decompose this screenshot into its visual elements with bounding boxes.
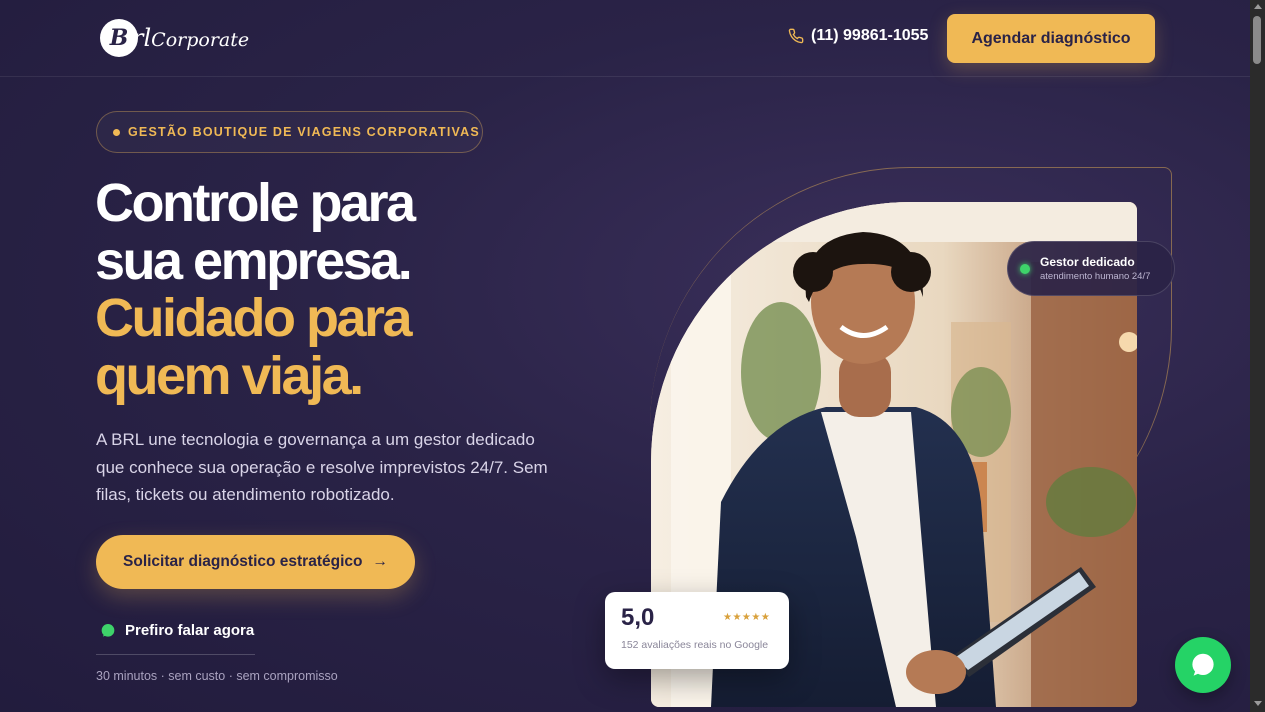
- badge-dot: [113, 128, 120, 136]
- rating-description: 152 avaliações reais no Google: [621, 639, 769, 651]
- hero-lead: A BRL une tecnologia e governança a um g…: [96, 430, 548, 504]
- request-diagnosis-label: Solicitar diagnóstico estratégico: [123, 553, 363, 570]
- fine-print: 30 minutos · sem custo · sem compromisso: [96, 669, 338, 683]
- whatsapp-icon: [101, 623, 115, 637]
- logo-text: rlCorporate: [132, 24, 249, 52]
- arrow-right-icon: →: [372, 553, 388, 570]
- headline-line-3: Cuidado para: [95, 288, 413, 348]
- rating-score: 5,0: [621, 604, 655, 631]
- phone-icon: [788, 28, 804, 44]
- site-header: B rlCorporate (11) 99861-1055 Agendar di…: [0, 0, 1250, 77]
- pill-subtitle: atendimento humano 24/7: [1040, 271, 1151, 282]
- headline-line-1: Controle para: [95, 173, 416, 233]
- scroll-thumb[interactable]: [1253, 16, 1261, 64]
- pill-title: Gestor dedicado: [1040, 255, 1135, 269]
- hero-badge: GESTÃO BOUTIQUE DE VIAGENS CORPORATIVAS: [96, 111, 483, 153]
- star-rating-icon: ★★★★★: [723, 612, 771, 623]
- whatsapp-chat-button[interactable]: [1175, 637, 1231, 693]
- logo-text-rest: Corporate: [151, 29, 250, 51]
- brand-logo[interactable]: B rlCorporate: [100, 18, 249, 58]
- scroll-down-arrow-icon[interactable]: [1254, 701, 1262, 706]
- logo-text-b: rl: [132, 24, 152, 52]
- talk-link-underline: [96, 654, 255, 655]
- chat-bubble-icon: [1192, 653, 1214, 676]
- pill-text: Gestor dedicado atendimento humano 24/7: [1040, 255, 1150, 282]
- dedicated-manager-pill: Gestor dedicado atendimento humano 24/7: [1007, 241, 1175, 296]
- google-rating-card: 5,0 ★★★★★ 152 avaliações reais no Google: [605, 592, 789, 669]
- phone-link[interactable]: (11) 99861-1055: [788, 27, 928, 45]
- hero-headline: Controle para sua empresa. Cuidado para …: [95, 173, 416, 406]
- badge-text: GESTÃO BOUTIQUE DE VIAGENS CORPORATIVAS: [128, 125, 480, 139]
- page-scrollbar[interactable]: [1250, 0, 1265, 712]
- scroll-up-arrow-icon[interactable]: [1254, 4, 1262, 9]
- talk-now-label: Prefiro falar agora: [125, 622, 255, 639]
- request-diagnosis-button[interactable]: Solicitar diagnóstico estratégico →: [96, 535, 415, 589]
- talk-now-link[interactable]: Prefiro falar agora: [100, 622, 254, 639]
- phone-number: (11) 99861-1055: [811, 27, 929, 44]
- headline-line-4: quem viaja.: [95, 345, 364, 406]
- online-status-dot: [1020, 263, 1030, 274]
- headline-line-2: sua empresa.: [95, 230, 413, 291]
- schedule-diagnosis-button[interactable]: Agendar diagnóstico: [947, 14, 1155, 63]
